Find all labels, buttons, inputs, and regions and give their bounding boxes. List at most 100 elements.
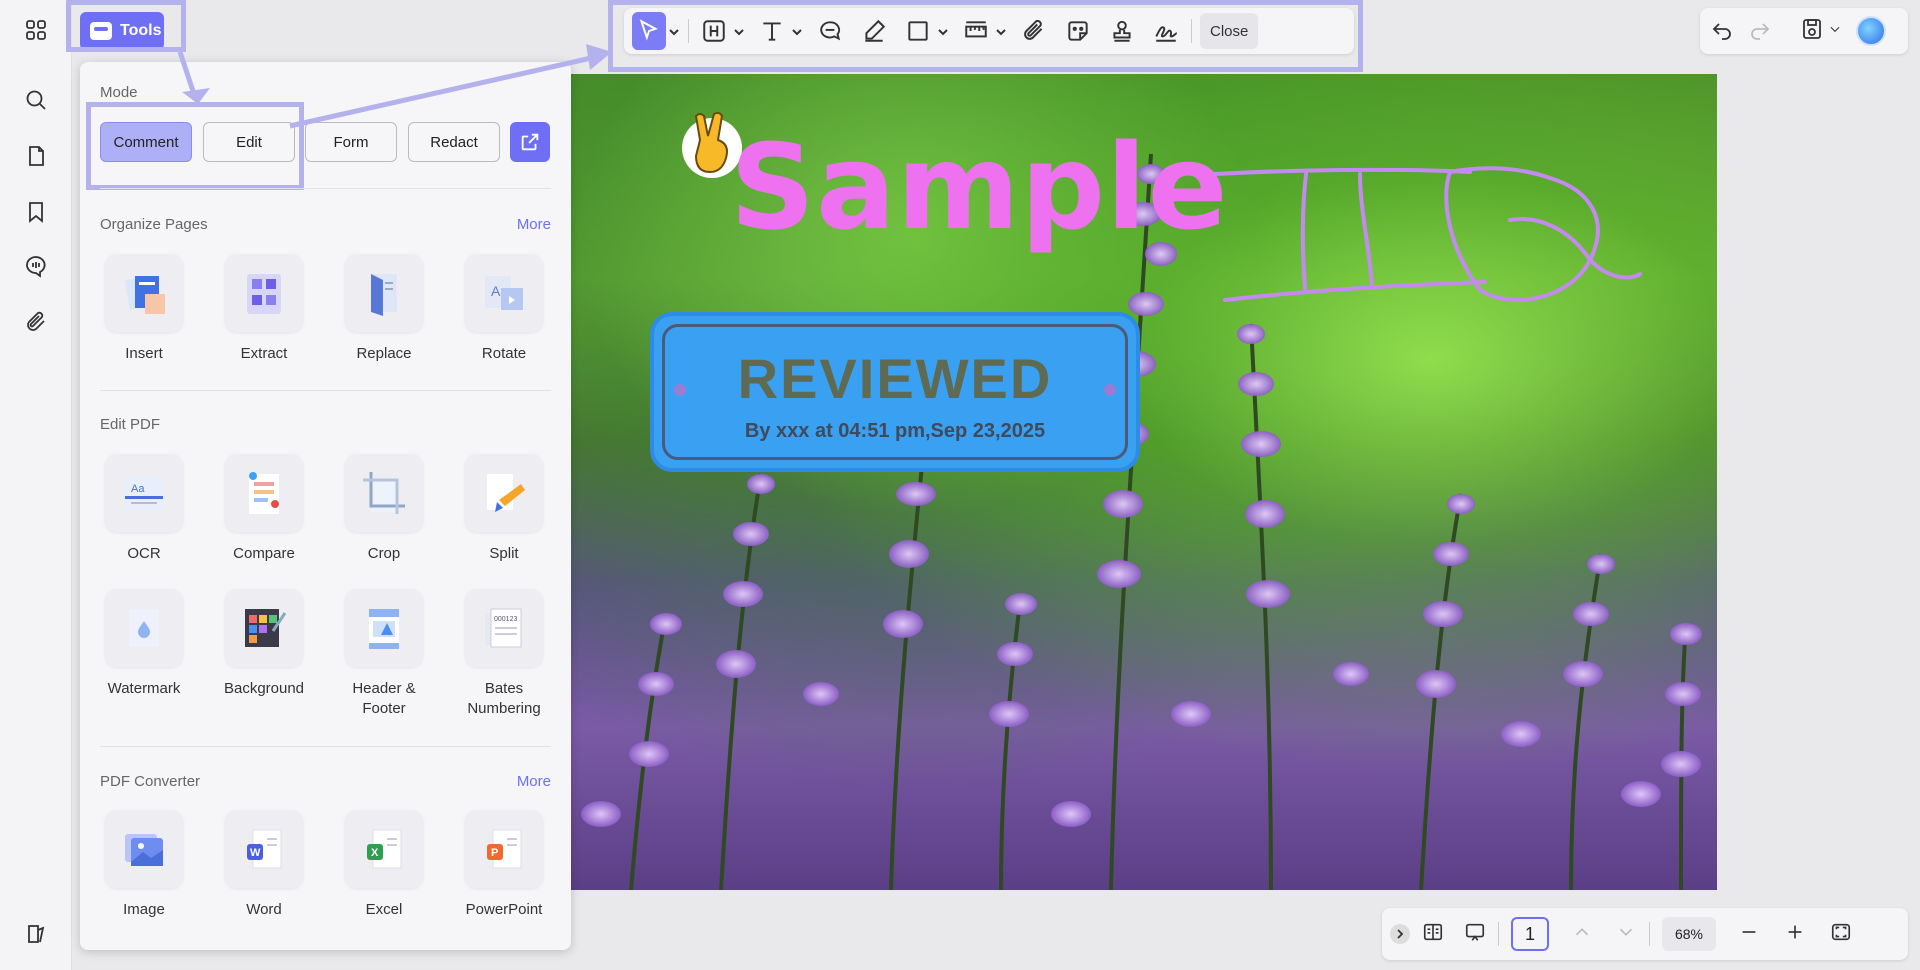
mode-section-label: Mode (100, 84, 138, 101)
mode-redact-button[interactable]: Redact (408, 122, 500, 162)
ai-assistant-icon[interactable] (1856, 16, 1886, 46)
expand-chevron-icon[interactable] (1390, 924, 1410, 944)
zoom-in-icon[interactable] (1784, 921, 1806, 948)
tool-crop[interactable]: Crop (334, 454, 434, 564)
tool-excel[interactable]: X Excel (334, 810, 434, 920)
top-right-toolbar (1700, 8, 1908, 54)
background-icon (245, 609, 287, 647)
compare-icon (249, 472, 279, 514)
header-footer-icon (369, 609, 399, 649)
tool-insert[interactable]: Insert (94, 254, 194, 364)
tool-label: Split (489, 545, 519, 562)
search-icon[interactable] (18, 82, 54, 118)
tool-watermark[interactable]: Watermark (94, 589, 194, 699)
signature-icon[interactable] (1149, 12, 1183, 50)
sample-text-annotation[interactable]: Sample (730, 118, 1229, 256)
converter-section-label: PDF Converter (100, 773, 201, 790)
measure-icon[interactable] (959, 12, 993, 50)
tool-label: Background (223, 680, 305, 697)
chevron-down-icon[interactable] (995, 25, 1007, 37)
powerpoint-icon: P (487, 829, 522, 869)
comment-icon[interactable] (813, 12, 847, 50)
external-link-button[interactable] (510, 122, 550, 162)
pencil-icon[interactable] (857, 12, 891, 50)
tool-rotate[interactable]: A Rotate (454, 254, 554, 364)
bottom-navigation-bar: 1 68% (1382, 908, 1908, 960)
sidebar-settings-icon[interactable] (18, 916, 54, 952)
comments-icon[interactable] (18, 248, 54, 284)
chevron-down-icon[interactable] (668, 25, 680, 37)
converter-more-link[interactable]: More (517, 773, 551, 790)
presentation-icon[interactable] (1464, 921, 1486, 948)
toolbar-divider (688, 19, 689, 43)
fit-page-icon[interactable] (1830, 921, 1852, 948)
close-button[interactable]: Close (1200, 13, 1259, 49)
tool-label: Compare (233, 545, 295, 562)
image-icon (125, 834, 163, 866)
tool-label: Rotate (481, 345, 527, 362)
tool-header-footer[interactable]: Header & Footer (334, 589, 434, 719)
tool-bates-numbering[interactable]: 000123 Bates Numbering (454, 589, 554, 719)
sticker-icon[interactable] (1061, 12, 1095, 50)
highlight-text-icon[interactable] (697, 12, 731, 50)
tool-image[interactable]: Image (94, 810, 194, 920)
bottom-divider (1498, 922, 1499, 946)
tool-extract[interactable]: Extract (214, 254, 314, 364)
tool-label: Watermark (107, 680, 181, 697)
mode-comment-button[interactable]: Comment (100, 122, 192, 162)
pages-icon[interactable] (18, 138, 54, 174)
organize-more-link[interactable]: More (517, 216, 551, 233)
previous-page-icon[interactable] (1571, 921, 1593, 948)
left-rail (0, 0, 72, 970)
zoom-level[interactable]: 68% (1662, 917, 1716, 951)
tool-label: OCR (127, 545, 161, 562)
select-pointer-icon[interactable] (632, 12, 666, 50)
chevron-down-icon[interactable] (733, 25, 745, 37)
svg-text:A: A (491, 283, 501, 299)
apps-grid-icon[interactable] (18, 12, 54, 48)
chevron-down-icon[interactable] (791, 25, 803, 37)
chevron-down-icon[interactable] (1828, 22, 1842, 41)
text-box-icon[interactable] (755, 12, 789, 50)
tools-panel: Mode Comment Edit Form Redact Organize P… (80, 62, 571, 950)
rectangle-shape-icon[interactable] (901, 12, 935, 50)
section-divider (100, 390, 551, 391)
stamp-icon[interactable] (1105, 12, 1139, 50)
undo-icon[interactable] (1710, 17, 1734, 46)
mode-edit-button[interactable]: Edit (203, 122, 295, 162)
section-divider (100, 746, 551, 747)
bookmark-icon[interactable] (18, 194, 54, 230)
excel-icon: X (367, 829, 402, 869)
page-layout-icon[interactable] (1422, 921, 1444, 948)
tools-highlight-frame (66, 0, 186, 52)
mode-form-button[interactable]: Form (305, 122, 397, 162)
redo-icon[interactable] (1748, 17, 1772, 46)
tool-word[interactable]: W Word (214, 810, 314, 920)
handwritten-signature-drawing[interactable] (1210, 150, 1650, 320)
zoom-out-icon[interactable] (1738, 921, 1760, 948)
reviewed-stamp[interactable]: REVIEWED By xxx at 04:51 pm,Sep 23,2025 (650, 312, 1140, 472)
tool-label: Crop (367, 545, 401, 562)
page-number-input[interactable]: 1 (1511, 917, 1549, 951)
save-icon[interactable] (1800, 17, 1824, 46)
tool-split[interactable]: Split (454, 454, 554, 564)
stamp-subtitle: By xxx at 04:51 pm,Sep 23,2025 (744, 420, 1046, 442)
tool-ocr[interactable]: Aa OCR (94, 454, 194, 564)
tool-compare[interactable]: Compare (214, 454, 314, 564)
tool-label: Image (123, 901, 165, 918)
toolbar-divider (1191, 19, 1192, 43)
split-icon (487, 474, 525, 512)
chevron-down-icon[interactable] (937, 25, 949, 37)
next-page-icon[interactable] (1615, 921, 1637, 948)
watermark-icon (129, 609, 159, 647)
attach-file-icon[interactable] (1017, 12, 1051, 50)
tool-label: Word (246, 901, 282, 918)
tool-replace[interactable]: Replace (334, 254, 434, 364)
attachment-icon[interactable] (18, 304, 54, 340)
tool-background[interactable]: Background (214, 589, 314, 699)
stamp-title: REVIEWED (737, 347, 1053, 410)
tool-label: PowerPoint (465, 901, 543, 918)
tool-powerpoint[interactable]: P PowerPoint (454, 810, 554, 920)
svg-text:X: X (371, 847, 379, 859)
bottom-divider (1649, 922, 1650, 946)
